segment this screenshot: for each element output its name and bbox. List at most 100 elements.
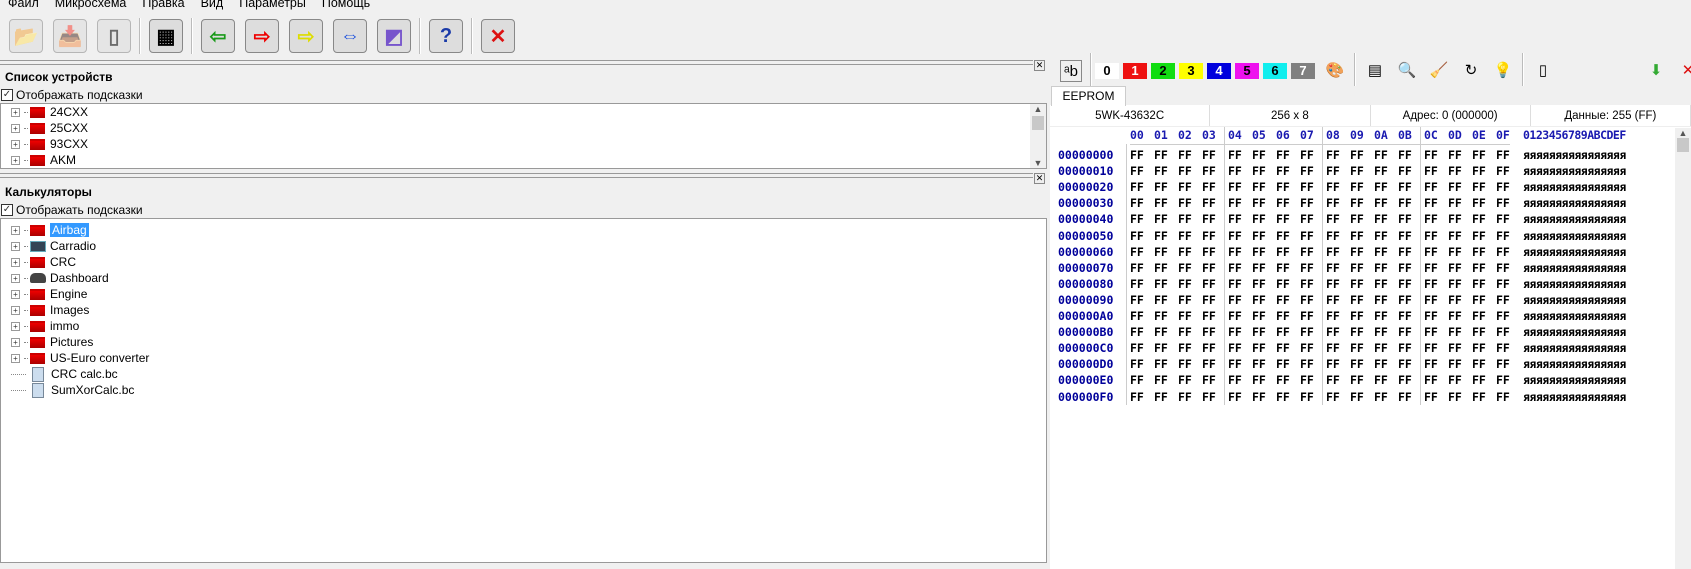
expand-icon[interactable]: + xyxy=(11,273,20,283)
palette-icon[interactable]: 🎨 xyxy=(1324,60,1346,82)
byte-cell[interactable]: FF xyxy=(1448,244,1468,260)
byte-cell[interactable]: FF xyxy=(1252,147,1272,163)
color-1-button[interactable]: 1 xyxy=(1123,62,1147,79)
byte-cell[interactable]: FF xyxy=(1202,195,1222,211)
byte-cell[interactable]: FF xyxy=(1326,260,1346,276)
byte-cell[interactable]: FF xyxy=(1496,324,1516,340)
byte-cell[interactable]: FF xyxy=(1374,340,1394,356)
byte-cell[interactable]: FF xyxy=(1326,195,1346,211)
byte-cell[interactable]: FF xyxy=(1496,179,1516,195)
byte-cell[interactable]: FF xyxy=(1252,356,1272,372)
byte-cell[interactable]: FF xyxy=(1398,308,1418,324)
byte-cell[interactable]: FF xyxy=(1130,228,1150,244)
refresh-icon[interactable]: ↻ xyxy=(1460,60,1482,82)
byte-cell[interactable]: FF xyxy=(1326,372,1346,388)
byte-cell[interactable]: FF xyxy=(1202,228,1222,244)
byte-cell[interactable]: FF xyxy=(1228,163,1248,179)
byte-cell[interactable]: FF xyxy=(1154,228,1174,244)
tree-item[interactable]: + AKM xyxy=(1,152,1046,168)
tree-item[interactable]: + Dashboard xyxy=(1,270,1046,286)
byte-cell[interactable]: FF xyxy=(1472,228,1492,244)
chip-select-button[interactable]: ▦ xyxy=(149,19,183,53)
byte-cell[interactable]: FF xyxy=(1496,244,1516,260)
color-7-button[interactable]: 7 xyxy=(1291,62,1315,79)
byte-cell[interactable]: FF xyxy=(1202,147,1222,163)
byte-cell[interactable]: FF xyxy=(1202,292,1222,308)
byte-cell[interactable]: FF xyxy=(1424,356,1444,372)
byte-cell[interactable]: FF xyxy=(1496,260,1516,276)
byte-cell[interactable]: FF xyxy=(1398,163,1418,179)
byte-cell[interactable]: FF xyxy=(1276,147,1296,163)
byte-cell[interactable]: FF xyxy=(1424,260,1444,276)
byte-cell[interactable]: FF xyxy=(1276,389,1296,405)
byte-cell[interactable]: FF xyxy=(1300,244,1320,260)
menu-item[interactable]: Правка xyxy=(134,0,192,12)
byte-cell[interactable]: FF xyxy=(1374,228,1394,244)
byte-cell[interactable]: FF xyxy=(1252,244,1272,260)
byte-cell[interactable]: FF xyxy=(1228,228,1248,244)
byte-cell[interactable]: FF xyxy=(1252,372,1272,388)
byte-cell[interactable]: FF xyxy=(1472,324,1492,340)
tree-item[interactable]: +24CXX xyxy=(1,104,1046,120)
byte-cell[interactable]: FF xyxy=(1326,147,1346,163)
byte-cell[interactable]: FF xyxy=(1154,244,1174,260)
byte-cell[interactable]: FF xyxy=(1276,324,1296,340)
byte-cell[interactable]: FF xyxy=(1326,244,1346,260)
byte-cell[interactable]: FF xyxy=(1472,389,1492,405)
byte-cell[interactable]: FF xyxy=(1276,340,1296,356)
byte-cell[interactable]: FF xyxy=(1300,228,1320,244)
byte-cell[interactable]: FF xyxy=(1448,179,1468,195)
byte-cell[interactable]: FF xyxy=(1154,195,1174,211)
byte-cell[interactable]: FF xyxy=(1300,340,1320,356)
open-folder-button[interactable]: 📂 xyxy=(9,19,43,53)
byte-cell[interactable]: FF xyxy=(1472,340,1492,356)
byte-cell[interactable]: FF xyxy=(1424,147,1444,163)
expand-icon[interactable]: + xyxy=(11,107,20,117)
byte-cell[interactable]: FF xyxy=(1178,324,1198,340)
byte-cell[interactable]: FF xyxy=(1374,292,1394,308)
expand-icon[interactable]: + xyxy=(11,353,20,363)
tree-item[interactable]: + Carradio xyxy=(1,238,1046,254)
byte-cell[interactable]: FF xyxy=(1300,260,1320,276)
byte-cell[interactable]: FF xyxy=(1178,260,1198,276)
byte-cell[interactable]: FF xyxy=(1448,228,1468,244)
splitter[interactable] xyxy=(0,173,1033,178)
byte-cell[interactable]: FF xyxy=(1472,308,1492,324)
close-calculators-panel-button[interactable]: ✕ xyxy=(1034,173,1045,184)
byte-cell[interactable]: FF xyxy=(1424,389,1444,405)
byte-cell[interactable]: FF xyxy=(1300,372,1320,388)
verify-chip-button[interactable]: ⇨ xyxy=(289,19,323,53)
byte-cell[interactable]: FF xyxy=(1326,340,1346,356)
byte-cell[interactable]: FF xyxy=(1398,324,1418,340)
byte-cell[interactable]: FF xyxy=(1300,179,1320,195)
byte-cell[interactable]: FF xyxy=(1228,324,1248,340)
byte-cell[interactable]: FF xyxy=(1374,356,1394,372)
byte-cell[interactable]: FF xyxy=(1472,195,1492,211)
byte-cell[interactable]: FF xyxy=(1350,324,1370,340)
byte-cell[interactable]: FF xyxy=(1472,260,1492,276)
tree-item[interactable]: + Engine xyxy=(1,286,1046,302)
byte-cell[interactable]: FF xyxy=(1130,356,1150,372)
expand-icon[interactable]: + xyxy=(11,257,20,267)
byte-cell[interactable]: FF xyxy=(1496,211,1516,227)
byte-cell[interactable]: FF xyxy=(1424,324,1444,340)
close-devices-panel-button[interactable]: ✕ xyxy=(1034,60,1045,71)
calculators-tree[interactable]: + Airbag + Carradio + CRC + Dashboard + Engine + Im… xyxy=(0,218,1047,563)
byte-cell[interactable]: FF xyxy=(1130,308,1150,324)
byte-cell[interactable]: FF xyxy=(1276,260,1296,276)
byte-cell[interactable]: FF xyxy=(1178,195,1198,211)
tab-eeprom[interactable]: EEPROM xyxy=(1051,86,1126,106)
byte-cell[interactable]: FF xyxy=(1350,389,1370,405)
byte-cell[interactable]: FF xyxy=(1252,260,1272,276)
byte-cell[interactable]: FF xyxy=(1154,340,1174,356)
byte-cell[interactable]: FF xyxy=(1350,228,1370,244)
byte-cell[interactable]: FF xyxy=(1252,308,1272,324)
help-button[interactable]: ? xyxy=(429,19,463,53)
byte-cell[interactable]: FF xyxy=(1130,147,1150,163)
byte-cell[interactable]: FF xyxy=(1130,292,1150,308)
byte-cell[interactable]: FF xyxy=(1178,308,1198,324)
calculators-hints-checkbox[interactable]: ✓ Отображать подсказки xyxy=(0,201,1047,218)
byte-cell[interactable]: FF xyxy=(1300,163,1320,179)
byte-cell[interactable]: FF xyxy=(1374,372,1394,388)
byte-cell[interactable]: FF xyxy=(1350,372,1370,388)
